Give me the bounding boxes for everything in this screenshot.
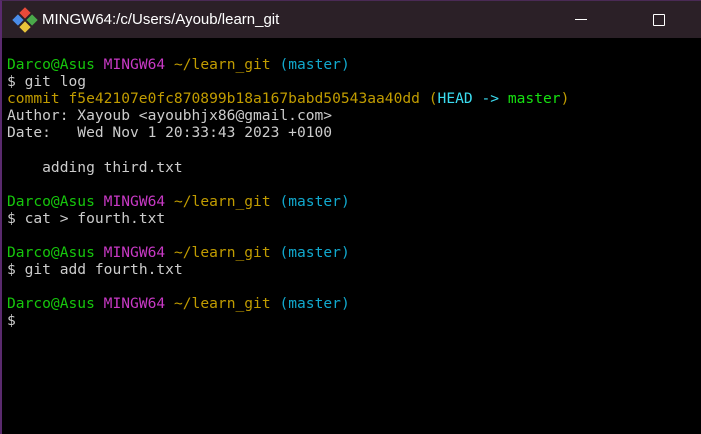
commit-hash: commit f5e42107e0fc870899b18a167babd5054… <box>7 90 420 108</box>
terminal-output[interactable]: Darco@Asus MINGW64 ~/learn_git (master) $… <box>7 56 569 330</box>
prompt-line: Darco@Asus MINGW64 ~/learn_git (master) <box>7 193 569 210</box>
paren: ) <box>560 90 570 108</box>
prompt-symbol: $ <box>7 209 16 227</box>
prompt-user: Darco@Asus <box>7 244 95 262</box>
command-line: $ cat > fourth.txt <box>7 210 569 227</box>
prompt-symbol: $ <box>7 261 16 279</box>
prompt-user: Darco@Asus <box>7 295 95 313</box>
terminal-window: MINGW64:/c/Users/Ayoub/learn_git Darco@A… <box>0 0 701 434</box>
command-text: cat > fourth.txt <box>24 209 166 227</box>
prompt-system: MINGW64 <box>103 192 166 210</box>
paren: ( <box>428 90 438 108</box>
date-line: Date: Wed Nov 1 20:33:43 2023 +0100 <box>7 124 333 142</box>
prompt-symbol: $ <box>7 312 16 330</box>
prompt-branch: (master) <box>279 295 350 313</box>
maximize-icon <box>653 13 665 26</box>
command-text: git add fourth.txt <box>24 261 183 279</box>
prompt-line: Darco@Asus MINGW64 ~/learn_git (master) <box>7 244 569 261</box>
prompt-branch: (master) <box>279 56 350 73</box>
git-bash-icon <box>12 6 38 33</box>
head-ref: HEAD -> <box>437 90 500 108</box>
prompt-user: Darco@Asus <box>7 56 95 73</box>
prompt-symbol: $ <box>7 73 16 91</box>
command-line: $ git log <box>7 73 569 90</box>
prompt-branch: (master) <box>279 192 350 210</box>
minimize-icon <box>575 19 587 20</box>
head-branch: master <box>507 90 561 108</box>
command-text: git log <box>24 73 87 91</box>
prompt-system: MINGW64 <box>103 56 166 73</box>
commit-message: adding third.txt <box>7 158 183 176</box>
maximize-button[interactable] <box>636 1 682 38</box>
prompt-path: ~/learn_git <box>173 192 271 210</box>
prompt-path: ~/learn_git <box>173 244 271 262</box>
prompt-system: MINGW64 <box>103 244 166 262</box>
prompt-branch: (master) <box>279 244 350 262</box>
prompt-line: Darco@Asus MINGW64 ~/learn_git (master) <box>7 295 569 312</box>
prompt-user: Darco@Asus <box>7 192 95 210</box>
commit-line: commit f5e42107e0fc870899b18a167babd5054… <box>7 90 569 107</box>
minimize-button[interactable] <box>558 1 604 38</box>
author-line: Author: Xayoub <ayoubhjx86@gmail.com> <box>7 107 333 125</box>
prompt-system: MINGW64 <box>103 295 166 313</box>
prompt-path: ~/learn_git <box>173 295 271 313</box>
prompt-path: ~/learn_git <box>173 56 271 73</box>
command-line: $ git add fourth.txt <box>7 261 569 278</box>
title-bar[interactable]: MINGW64:/c/Users/Ayoub/learn_git <box>2 1 701 38</box>
prompt-line: Darco@Asus MINGW64 ~/learn_git (master) <box>7 56 569 73</box>
window-title: MINGW64:/c/Users/Ayoub/learn_git <box>42 11 280 28</box>
active-prompt[interactable]: $ <box>7 312 569 329</box>
